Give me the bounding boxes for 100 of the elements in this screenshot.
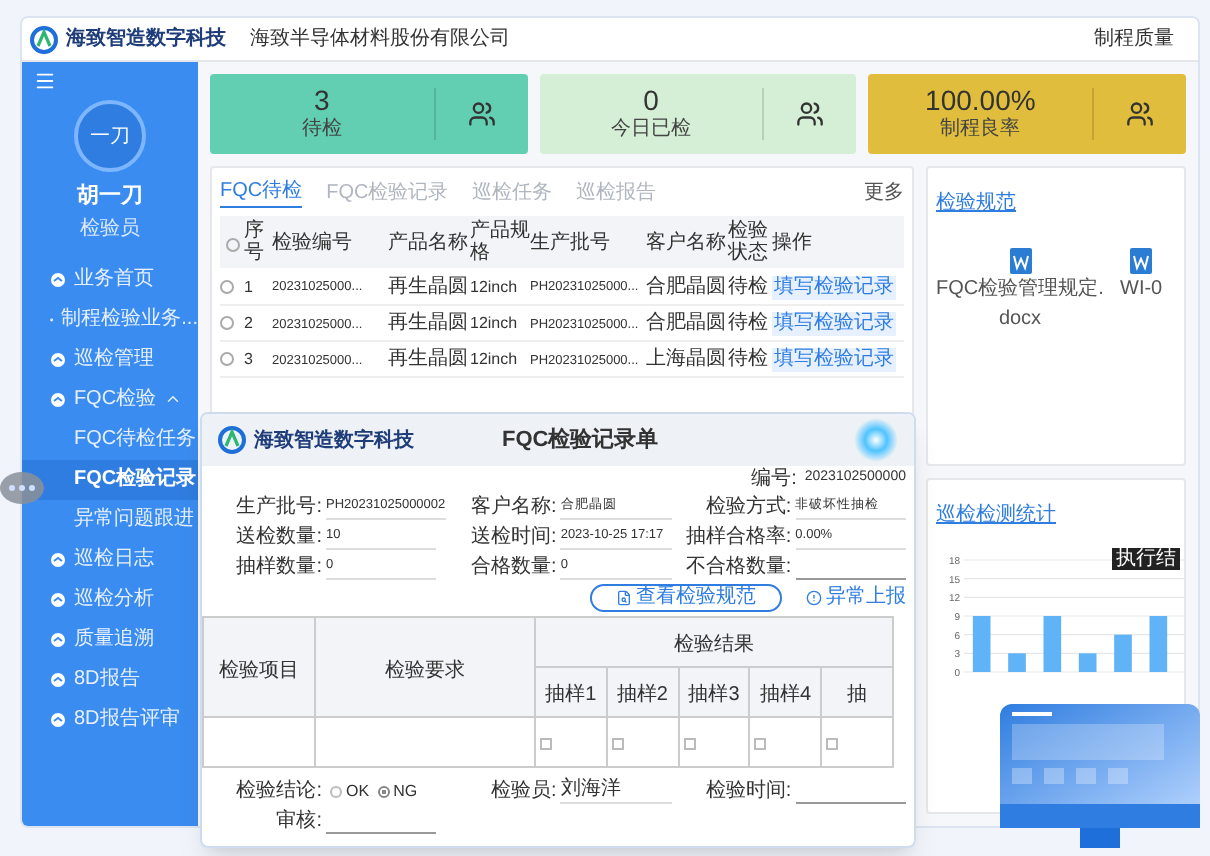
menu-item[interactable]: 8D报告评审 xyxy=(22,699,198,739)
row-checkbox[interactable] xyxy=(220,279,234,294)
tab[interactable]: 巡检报告 xyxy=(576,177,657,207)
record-title: FQC检验记录单 xyxy=(502,425,659,456)
column-header: 检验编号 xyxy=(272,231,354,253)
table-cell: 12inch xyxy=(470,314,518,332)
fill-record-button[interactable]: 填写检验记录 xyxy=(772,275,896,300)
sample-checkbox[interactable] xyxy=(540,738,552,750)
submenu-item[interactable]: FQC检验记录 xyxy=(22,459,198,499)
select-all-checkbox[interactable] xyxy=(225,237,239,251)
sample-checkbox[interactable] xyxy=(683,738,696,750)
table-cell: 12inch xyxy=(470,277,518,296)
stat-value: 3 xyxy=(313,85,330,113)
menu-item[interactable]: 制程检验业务... xyxy=(22,299,198,339)
menu-item[interactable]: 业务首页 xyxy=(22,259,198,299)
bar xyxy=(1078,653,1097,672)
tab[interactable]: FQC检验记录 xyxy=(326,177,449,207)
chat-bubble-drawing xyxy=(0,472,44,504)
users-icon xyxy=(467,100,496,128)
avatar: 一刀 xyxy=(74,100,146,172)
radio-option[interactable]: NG xyxy=(377,779,418,803)
bar xyxy=(972,616,991,672)
user-name: 胡一刀 xyxy=(77,181,143,212)
bar xyxy=(1114,634,1132,672)
menu-item[interactable]: 巡检管理 xyxy=(22,339,198,379)
column-header: 生产批号 xyxy=(530,231,612,253)
table-cell: 再生晶圆 xyxy=(388,275,468,298)
fill-record-button[interactable]: 填写检验记录 xyxy=(772,312,896,336)
table-cell: 12inch xyxy=(470,350,518,368)
field-label: 抽样数量: xyxy=(234,553,322,582)
menu-item[interactable]: 巡检分析 xyxy=(22,579,198,619)
field-label: 审核: xyxy=(274,807,322,836)
radio-option[interactable]: OK xyxy=(330,779,370,803)
column-header: 抽样3 xyxy=(688,684,740,706)
report-issue-link[interactable]: 异常上报 xyxy=(806,587,906,607)
sample-checkbox[interactable] xyxy=(611,738,624,750)
tab[interactable]: 巡检任务 xyxy=(472,177,553,207)
field-label: 客户名称: xyxy=(469,493,557,522)
file-name[interactable]: FQC检验管理规定.docx xyxy=(936,274,1104,334)
table-cell: 待检 xyxy=(728,312,768,334)
field-label: 送检时间: xyxy=(469,523,557,552)
more-link[interactable]: 更多 xyxy=(864,177,904,207)
column-header: 抽样1 xyxy=(545,684,597,706)
table-cell: 上海晶圆 xyxy=(646,348,726,370)
stat-label: 制程良率 xyxy=(940,115,1021,143)
table-cell: 2 xyxy=(244,314,253,332)
panel-title: 检验规范 xyxy=(936,192,1016,214)
table-cell: 合肥晶圆 xyxy=(646,312,726,334)
field-label: 检验方式: xyxy=(703,493,792,522)
view-spec-button[interactable]: 查看检验规范 xyxy=(590,583,782,611)
table-cell: 待检 xyxy=(728,348,768,370)
menu-item[interactable]: 质量追溯 xyxy=(22,619,198,659)
menu-icon[interactable] xyxy=(34,70,56,92)
alert-icon xyxy=(806,589,822,605)
menu-bullet-icon xyxy=(50,591,66,607)
column-header: 检验项目 xyxy=(219,659,299,681)
menu-item[interactable]: FQC检验 xyxy=(22,379,198,419)
column-header: 产品名称 xyxy=(388,231,470,253)
panel-title: 巡检检测统计 xyxy=(936,504,1056,526)
nav-link[interactable]: 制程质量 xyxy=(1094,24,1174,54)
glowing-orb-drawing xyxy=(854,418,898,462)
bar xyxy=(1043,616,1062,672)
menu-item[interactable]: 巡检日志 xyxy=(22,539,198,579)
column-header: 操作 xyxy=(772,231,814,253)
table-cell: 1 xyxy=(244,277,253,296)
field-label: 检验员: xyxy=(489,777,557,806)
bar xyxy=(1149,616,1168,672)
tab[interactable]: FQC待检 xyxy=(220,176,303,208)
menu-bullet-icon xyxy=(50,671,66,687)
field-label: 合格数量: xyxy=(469,553,557,582)
fill-record-button[interactable]: 填写检验记录 xyxy=(772,348,896,372)
logo-text: 海致智造数字科技 xyxy=(254,426,414,455)
bar xyxy=(1008,653,1026,672)
row-checkbox[interactable] xyxy=(220,352,234,366)
column-header: 产品规格 xyxy=(470,220,530,264)
stat-value: 100.00% xyxy=(925,85,1036,113)
table-cell: 再生晶圆 xyxy=(388,312,468,334)
column-header: 客户名称 xyxy=(646,231,728,253)
field-value: 刘海洋 xyxy=(560,778,672,804)
table-cell: 3 xyxy=(244,350,253,368)
menu-bullet-icon xyxy=(50,351,66,367)
stat-label: 待检 xyxy=(301,115,342,143)
field-label: 送检数量: xyxy=(234,523,322,552)
row-checkbox[interactable] xyxy=(220,316,234,330)
field-label: 生产批号: xyxy=(234,493,322,522)
stat-value: 0 xyxy=(643,85,659,113)
sample-checkbox[interactable] xyxy=(826,738,839,750)
table-cell: 合肥晶圆 xyxy=(646,275,726,298)
menu-bullet-icon xyxy=(50,391,66,407)
field-label: 检验时间: xyxy=(703,777,792,806)
file-name[interactable]: WI-0 xyxy=(1120,274,1163,304)
sample-checkbox[interactable] xyxy=(754,738,767,750)
submenu-item[interactable]: FQC待检任务 xyxy=(22,419,198,459)
menu-bullet-icon xyxy=(50,711,66,727)
word-document-icon xyxy=(1009,248,1031,274)
table-cell: 待检 xyxy=(728,275,768,298)
field-label: 编号: xyxy=(751,465,797,494)
menu-item[interactable]: 8D报告 xyxy=(22,659,198,699)
menu-bullet-icon xyxy=(50,271,66,287)
submenu-item[interactable]: 异常问题跟进 xyxy=(22,499,198,539)
